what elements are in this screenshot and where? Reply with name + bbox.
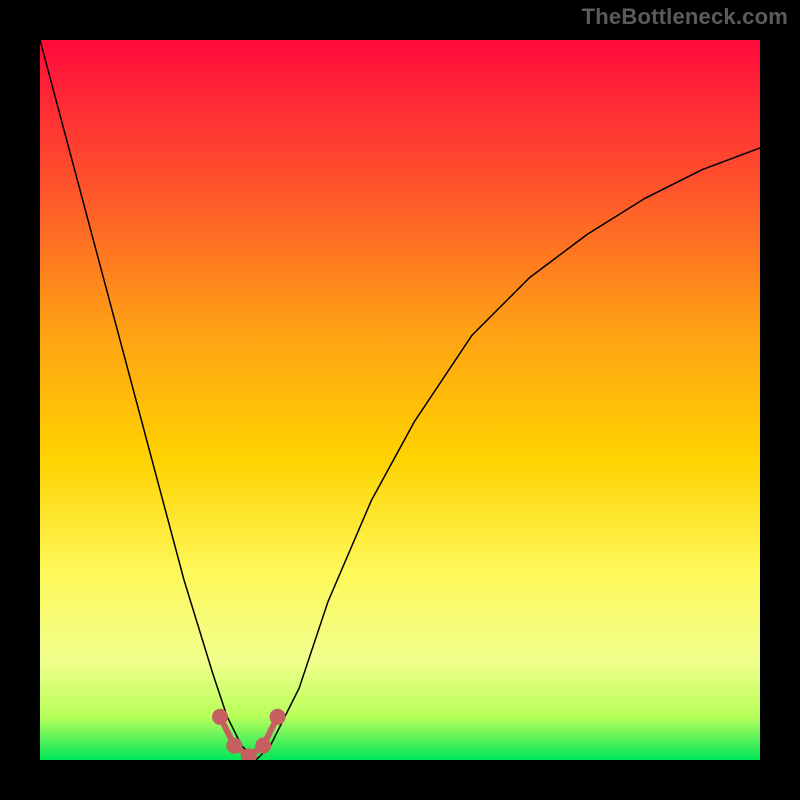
cluster-point: [270, 709, 286, 725]
gradient-background: [40, 40, 760, 760]
chart-frame: TheBottleneck.com: [0, 0, 800, 800]
watermark-text: TheBottleneck.com: [582, 4, 788, 30]
cluster-point: [212, 709, 228, 725]
plot-svg: [40, 40, 760, 760]
plot-area: [40, 40, 760, 760]
cluster-point: [226, 738, 242, 754]
cluster-point: [255, 738, 271, 754]
